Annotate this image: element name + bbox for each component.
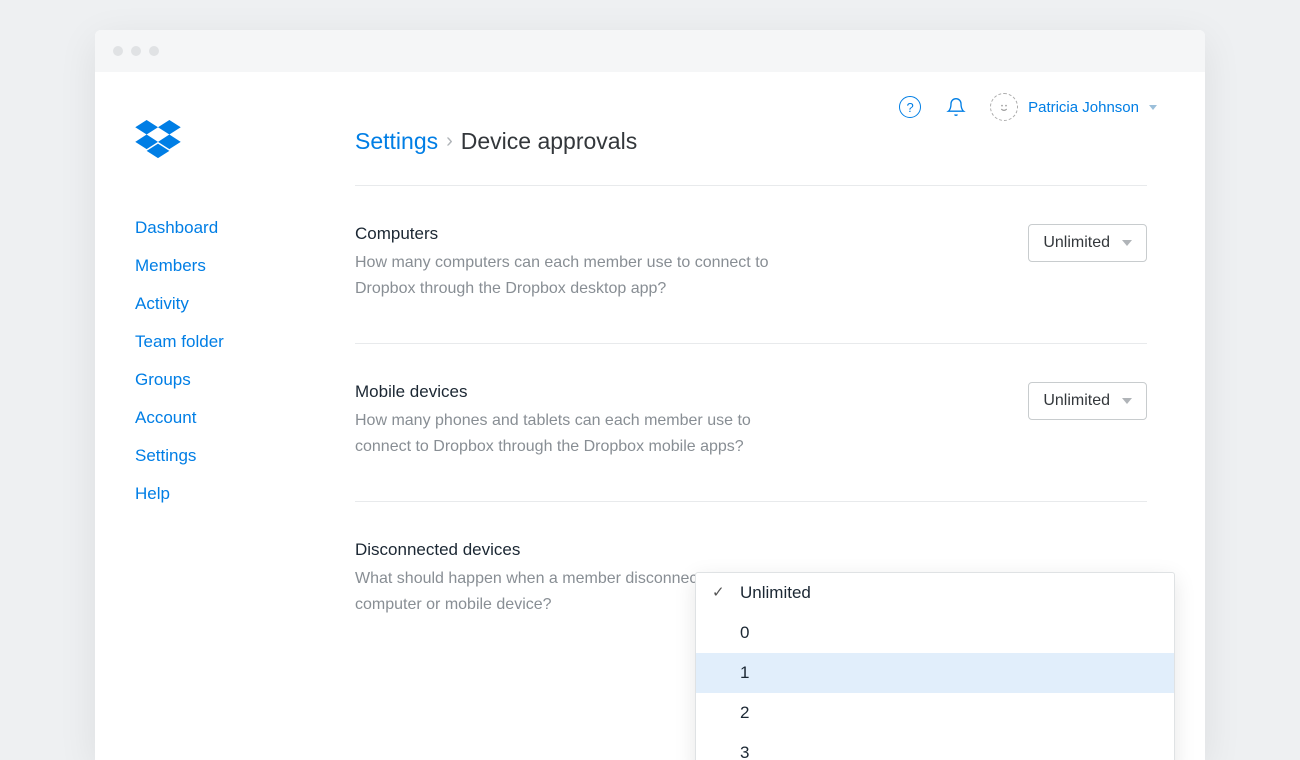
main-content: Settings › Device approvals Computers Ho… bbox=[355, 72, 1205, 760]
window-close-dot[interactable] bbox=[113, 46, 123, 56]
nav-list: Dashboard Members Activity Team folder G… bbox=[135, 209, 355, 513]
computers-dropdown[interactable]: Unlimited bbox=[1028, 224, 1147, 262]
dropdown-option-3[interactable]: 3 bbox=[696, 733, 1174, 760]
dropbox-logo[interactable] bbox=[135, 120, 355, 165]
sidebar-item-activity[interactable]: Activity bbox=[135, 285, 355, 323]
sidebar-item-team-folder[interactable]: Team folder bbox=[135, 323, 355, 361]
breadcrumb-settings-link[interactable]: Settings bbox=[355, 128, 438, 155]
sidebar-item-members[interactable]: Members bbox=[135, 247, 355, 285]
setting-mobile: Mobile devices How many phones and table… bbox=[355, 382, 1147, 502]
dropdown-option-0[interactable]: 0 bbox=[696, 613, 1174, 653]
sidebar-item-groups[interactable]: Groups bbox=[135, 361, 355, 399]
dropdown-option-unlimited[interactable]: Unlimited bbox=[696, 573, 1174, 613]
browser-window: ? Patricia Johnson bbox=[95, 30, 1205, 760]
window-titlebar bbox=[95, 30, 1205, 72]
mobile-description: How many phones and tablets can each mem… bbox=[355, 408, 775, 461]
computers-dropdown-value: Unlimited bbox=[1043, 234, 1110, 252]
sidebar-item-dashboard[interactable]: Dashboard bbox=[135, 209, 355, 247]
breadcrumb-current: Device approvals bbox=[461, 128, 637, 155]
dropdown-option-1[interactable]: 1 bbox=[696, 653, 1174, 693]
dropbox-icon bbox=[135, 120, 181, 160]
sidebar-item-settings[interactable]: Settings bbox=[135, 437, 355, 475]
chevron-right-icon: › bbox=[446, 130, 453, 153]
window-maximize-dot[interactable] bbox=[149, 46, 159, 56]
mobile-dropdown-menu: Unlimited 0 1 2 3 bbox=[695, 572, 1175, 760]
mobile-title: Mobile devices bbox=[355, 382, 775, 402]
chevron-down-icon bbox=[1122, 398, 1132, 404]
sidebar-item-help[interactable]: Help bbox=[135, 475, 355, 513]
chevron-down-icon bbox=[1122, 240, 1132, 246]
computers-title: Computers bbox=[355, 224, 775, 244]
mobile-dropdown-value: Unlimited bbox=[1043, 392, 1110, 410]
divider bbox=[355, 185, 1147, 186]
sidebar-item-account[interactable]: Account bbox=[135, 399, 355, 437]
window-minimize-dot[interactable] bbox=[131, 46, 141, 56]
setting-computers: Computers How many computers can each me… bbox=[355, 224, 1147, 344]
mobile-dropdown[interactable]: Unlimited bbox=[1028, 382, 1147, 420]
computers-description: How many computers can each member use t… bbox=[355, 250, 775, 303]
dropdown-option-2[interactable]: 2 bbox=[696, 693, 1174, 733]
sidebar: Dashboard Members Activity Team folder G… bbox=[95, 72, 355, 760]
breadcrumb: Settings › Device approvals bbox=[355, 128, 1147, 155]
disconnected-title: Disconnected devices bbox=[355, 540, 775, 560]
